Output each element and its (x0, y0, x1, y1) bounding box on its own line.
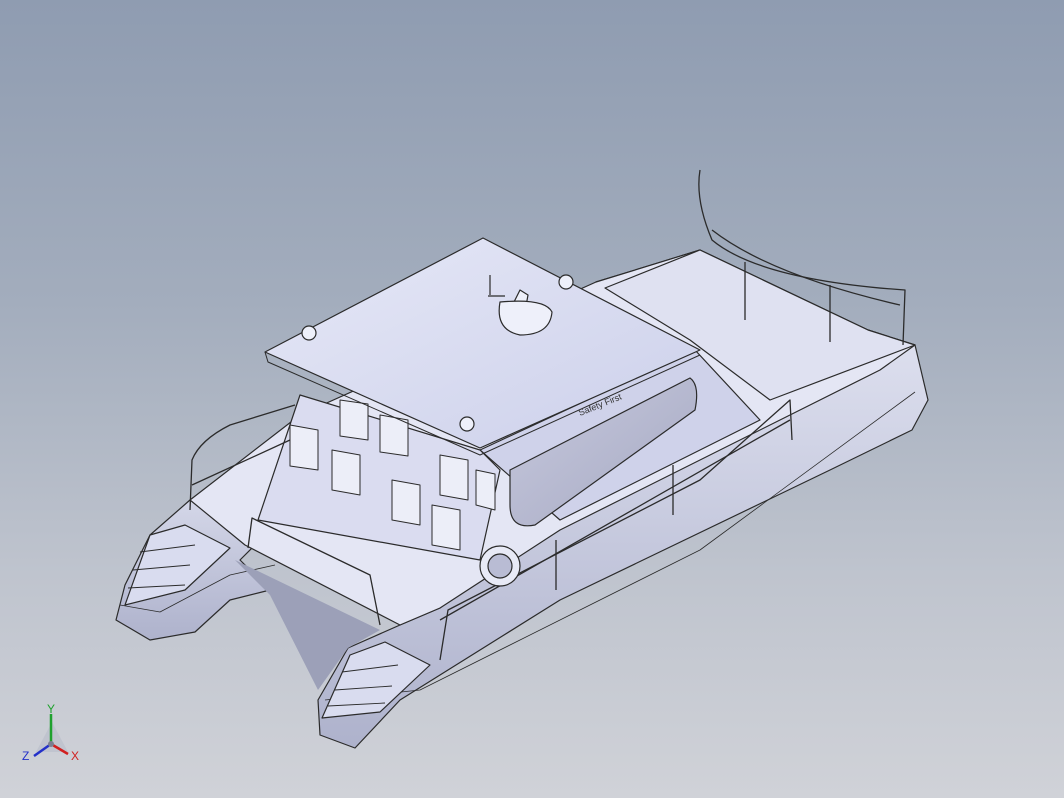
z-axis-label: Z (22, 749, 29, 763)
catamaran-model[interactable]: Safety First (0, 0, 1064, 798)
life-ring (479, 545, 521, 587)
orientation-triad[interactable]: Y X Z (18, 700, 88, 770)
x-axis-label: X (71, 749, 79, 763)
y-axis-label: Y (47, 702, 55, 716)
graphics-viewport[interactable]: Safety First Y X Z (0, 0, 1064, 798)
